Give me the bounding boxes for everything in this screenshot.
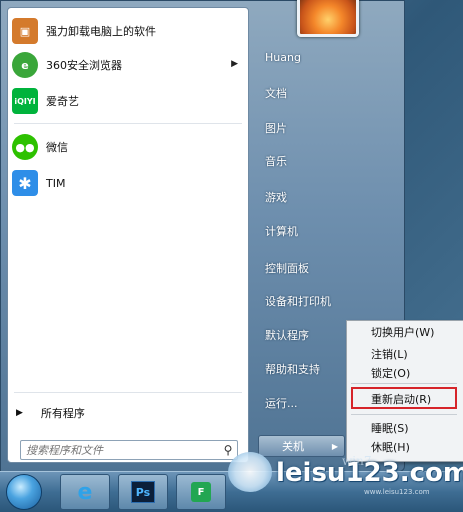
right-item-games[interactable]: 游戏	[265, 189, 287, 205]
programs-pane: ▣ 强力卸载电脑上的软件 e 360安全浏览器 ▶ iQIYI 爱奇艺 ●● 微…	[7, 7, 249, 463]
right-item-help[interactable]: 帮助和支持	[265, 361, 320, 377]
program-360-browser[interactable]: e 360安全浏览器 ▶	[12, 50, 242, 80]
program-label: 微信	[46, 141, 68, 154]
divider	[14, 392, 242, 393]
taskbar-app-button[interactable]: F	[176, 474, 226, 510]
taskbar-photoshop-button[interactable]: Ps	[118, 474, 168, 510]
watermark-url: www.leisu123.com	[364, 488, 430, 496]
all-programs-button[interactable]: ▶ 所有程序	[16, 402, 240, 424]
menu-item-restart[interactable]: 重新启动(R)	[371, 391, 431, 407]
right-item-default-programs[interactable]: 默认程序	[265, 327, 309, 343]
menu-item-logoff[interactable]: 注销(L)	[371, 346, 408, 362]
expand-arrow-icon: ▶	[16, 408, 23, 418]
ie-icon: e	[77, 479, 93, 505]
right-item-computer[interactable]: 计算机	[265, 223, 298, 239]
menu-item-switch-user[interactable]: 切换用户(W)	[371, 324, 434, 340]
uninstaller-icon: ▣	[12, 18, 38, 44]
menu-divider	[351, 383, 457, 384]
program-wechat[interactable]: ●● 微信	[12, 132, 242, 162]
user-avatar[interactable]	[297, 0, 359, 37]
start-menu: ▣ 强力卸载电脑上的软件 e 360安全浏览器 ▶ iQIYI 爱奇艺 ●● 微…	[0, 0, 405, 472]
right-item-control-panel[interactable]: 控制面板	[265, 260, 309, 276]
wechat-icon: ●●	[12, 134, 38, 160]
app-icon: F	[191, 482, 211, 502]
search-box[interactable]: ⚲	[20, 440, 238, 460]
watermark: win7 leisu123.com www.leisu123.com	[224, 446, 463, 502]
all-programs-label: 所有程序	[40, 407, 85, 420]
watermark-text: leisu123.com	[276, 458, 463, 488]
right-item-user[interactable]: Huang	[265, 51, 301, 64]
iqiyi-icon: iQIYI	[12, 88, 38, 114]
program-iqiyi[interactable]: iQIYI 爱奇艺	[12, 86, 242, 116]
search-input[interactable]	[21, 442, 219, 458]
tim-icon: ✱	[12, 170, 38, 196]
menu-divider	[351, 414, 457, 415]
start-button[interactable]	[6, 474, 42, 510]
right-item-pictures[interactable]: 图片	[265, 120, 287, 136]
shutdown-options-menu: 切换用户(W) 注销(L) 锁定(O) 重新启动(R) 睡眠(S) 休眠(H)	[346, 320, 463, 462]
right-item-music[interactable]: 音乐	[265, 153, 287, 169]
taskbar-ie-button[interactable]: e	[60, 474, 110, 510]
program-label: 强力卸载电脑上的软件	[46, 25, 156, 38]
divider	[14, 123, 242, 124]
program-uninstaller[interactable]: ▣ 强力卸载电脑上的软件	[12, 16, 242, 46]
right-item-documents[interactable]: 文档	[265, 85, 287, 101]
menu-item-sleep[interactable]: 睡眠(S)	[371, 420, 409, 436]
right-item-run[interactable]: 运行...	[265, 395, 298, 411]
360-browser-icon: e	[12, 52, 38, 78]
program-label: TIM	[46, 176, 66, 190]
windows-logo-icon	[228, 452, 272, 492]
program-label: 爱奇艺	[46, 95, 79, 108]
program-tim[interactable]: ✱ TIM	[12, 168, 242, 198]
submenu-arrow-icon: ▶	[231, 59, 238, 69]
menu-item-lock[interactable]: 锁定(O)	[371, 365, 410, 381]
right-item-devices-printers[interactable]: 设备和打印机	[265, 293, 331, 309]
photoshop-icon: Ps	[131, 481, 155, 503]
program-label: 360安全浏览器	[46, 59, 122, 72]
